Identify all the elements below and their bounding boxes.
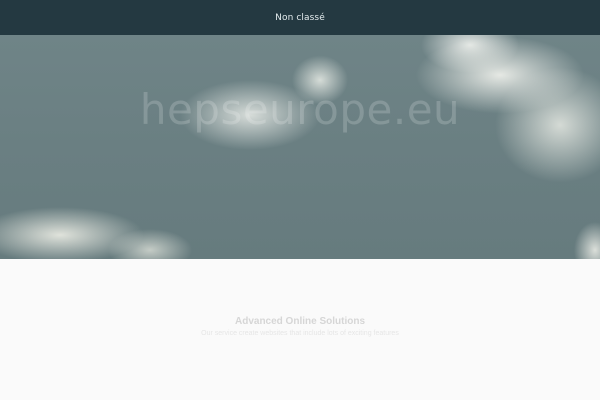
main-content: Advanced Online Solutions Our service cr…: [0, 259, 600, 400]
top-navigation-bar: Non classé: [0, 0, 600, 35]
page-headline: Advanced Online Solutions: [234, 316, 365, 327]
hero-watermark-text: hepseurope.eu: [139, 85, 461, 134]
nav-link-non-classe[interactable]: Non classé: [275, 13, 325, 23]
page-tagline: Our service create websites that include…: [201, 330, 399, 337]
hero-banner: hepseurope.eu: [0, 35, 600, 259]
